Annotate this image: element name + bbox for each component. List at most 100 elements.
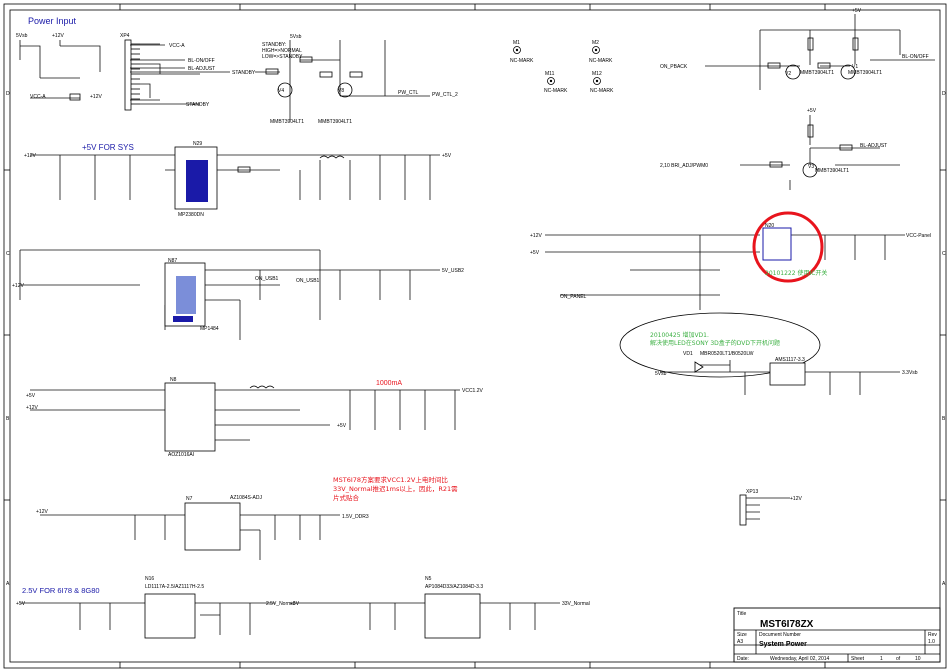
row-label-c-right: C bbox=[942, 251, 946, 257]
tb-docnum-label: Document Number bbox=[759, 632, 801, 638]
nc-marks bbox=[513, 46, 601, 85]
schematic-canvas: D C B A D C B A Power Input XP4 VCC-A BL… bbox=[3, 3, 947, 669]
net-vcc-panel: VCC-Panel bbox=[906, 233, 931, 239]
tb-of: 10 bbox=[915, 656, 921, 662]
net-12v-left: +12V bbox=[90, 94, 102, 100]
sheet-heading: Power Input bbox=[28, 16, 77, 26]
n29-converter bbox=[30, 146, 440, 210]
tb-size-label: Size bbox=[737, 632, 747, 638]
note-cn-2: 33V_Normal推迟1ms以上，因此，R21需 bbox=[333, 484, 458, 493]
n87-label: N87 bbox=[168, 258, 177, 264]
row-label-c: C bbox=[6, 251, 10, 257]
n7-part: AZ1084S-ADJ bbox=[230, 495, 262, 501]
m12-nc: NC-MARK bbox=[590, 88, 614, 94]
v8-part: MMBT3904LT1 bbox=[318, 119, 352, 125]
n87-part: MP1484 bbox=[200, 326, 219, 332]
net-33v-normal: 33V_Normal bbox=[562, 601, 590, 607]
tb-title-label: Title bbox=[737, 611, 746, 617]
n16-label: N16 bbox=[145, 576, 154, 582]
net-12v-n8: +12V bbox=[26, 405, 38, 411]
net-33vsb: 3.3Vsb bbox=[902, 370, 918, 376]
net-5v-n8-fb: +5V bbox=[337, 423, 347, 429]
v3-part: MMBT3904LT1 bbox=[815, 168, 849, 174]
sheet-inner-border bbox=[9, 9, 941, 663]
tb-title: MST6I78ZX bbox=[760, 619, 814, 630]
current-note: 1000mA bbox=[376, 380, 402, 387]
net-standby-in: STANDBY bbox=[232, 70, 256, 76]
tb-rev-label: Rev bbox=[928, 632, 937, 638]
m11-label: M11 bbox=[545, 71, 555, 77]
net-12v-panel: +12V bbox=[530, 233, 542, 239]
net-12v-top: +12V bbox=[52, 33, 64, 39]
n5-part: AP1084D33/AZ1084D-3.3 bbox=[425, 584, 483, 590]
n7-label: N7 bbox=[186, 496, 193, 502]
net-standby: STANDBY bbox=[186, 102, 210, 108]
annot-20101222: 20101222 使用IC开关 bbox=[765, 269, 827, 277]
xp13-connector bbox=[739, 494, 790, 526]
vd1-part: MBR0520LT1/B0520LW bbox=[700, 351, 754, 357]
n7-regulator bbox=[40, 502, 340, 560]
net-vcc-a-left: VCC-A bbox=[30, 94, 46, 100]
n5-label: N5 bbox=[425, 576, 432, 582]
n29-part: MP2380DN bbox=[178, 212, 204, 218]
m2-label: M2 bbox=[592, 40, 599, 46]
net-5v-topright: +5V bbox=[852, 8, 862, 14]
row-label-d-right: D bbox=[942, 91, 946, 97]
net-vcc-a: VCC-A bbox=[169, 43, 185, 49]
tb-rev: 1.0 bbox=[928, 639, 935, 645]
row-label-a-right: A bbox=[942, 581, 946, 587]
net-5v-bladj: +5V bbox=[807, 108, 817, 114]
net-vcc12: VCC1.2V bbox=[462, 388, 484, 394]
net-12v-n87: +12V bbox=[12, 283, 24, 289]
section-5v-sys: +5V FOR SYS bbox=[82, 143, 134, 152]
v1-part: MMBT3904LT1 bbox=[848, 70, 882, 76]
n20-part: AMS1117-3.3 bbox=[775, 357, 805, 363]
n16-regulator bbox=[20, 593, 275, 639]
net-5vsb-standby: 5Vsb bbox=[290, 34, 302, 40]
net-5vsb-top: 5Vsb bbox=[16, 33, 28, 39]
xp4-label: XP4 bbox=[120, 33, 130, 39]
tb-date: Wednesday, April 02, 2014 bbox=[770, 656, 830, 662]
v3-label: V3 bbox=[808, 164, 814, 170]
v8-label: V8 bbox=[338, 88, 344, 94]
n8-converter bbox=[30, 382, 460, 452]
n8-label: N8 bbox=[170, 377, 177, 383]
m12-label: M12 bbox=[592, 71, 602, 77]
net-5v-panel: +5V bbox=[530, 250, 540, 256]
n87-converter bbox=[19, 249, 440, 340]
net-12v-n29: +12V bbox=[24, 153, 36, 159]
net-on-panel: ON_PANEL bbox=[560, 294, 587, 300]
n5-regulator bbox=[295, 593, 560, 639]
bl-onoff-circuit bbox=[705, 14, 935, 90]
n20-regulator bbox=[660, 360, 900, 395]
v2-label: V2 bbox=[785, 71, 791, 77]
m2-nc: NC-MARK bbox=[589, 58, 613, 64]
net-pw-ctl-2: PW_CTL_2 bbox=[432, 92, 458, 98]
section-25v: 2.5V FOR 6I78 & 8G80 bbox=[22, 586, 100, 595]
net-bl-adjust: BL-ADJUST bbox=[188, 66, 215, 72]
net-on-pback: ON_PBACK bbox=[660, 64, 688, 70]
net-5v-n29: +5V bbox=[442, 153, 452, 159]
row-label-b-right: B bbox=[942, 416, 946, 422]
net-on-usb1: ON_USB1 bbox=[296, 278, 320, 284]
tb-of-label: of bbox=[896, 656, 901, 662]
net-on-usb1-b: ON_USB1 bbox=[255, 276, 279, 282]
xp13-label: XP13 bbox=[746, 489, 758, 495]
row-label-d: D bbox=[6, 91, 10, 97]
bl-adjust-circuit bbox=[740, 115, 900, 190]
net-5v-n16: +5V bbox=[16, 601, 26, 607]
switch-ic-label: N20 bbox=[765, 223, 774, 229]
tb-date-label: Date: bbox=[737, 656, 749, 662]
v4-label: V4 bbox=[278, 88, 284, 94]
tb-size: A3 bbox=[737, 639, 743, 645]
net-bl-adjust-right: BL-ADJUST bbox=[860, 143, 887, 149]
n16-part: LD1117A-2.5/AZ1117H-2.5 bbox=[145, 584, 204, 590]
m1-nc: NC-MARK bbox=[510, 58, 534, 64]
note-cn-3: 片式贴合 bbox=[333, 493, 360, 502]
tb-sheet-label: Sheet bbox=[851, 656, 865, 662]
net-5v-n8: +5V bbox=[26, 393, 36, 399]
v4-part: MMBT3904LT1 bbox=[270, 119, 304, 125]
annot-20100425-1: 20100425 增加VD1. bbox=[650, 331, 709, 339]
net-5v-n5: +5V bbox=[290, 601, 300, 607]
net-bri-adj: 2,10 BRI_ADJ/PWM0 bbox=[660, 163, 708, 169]
